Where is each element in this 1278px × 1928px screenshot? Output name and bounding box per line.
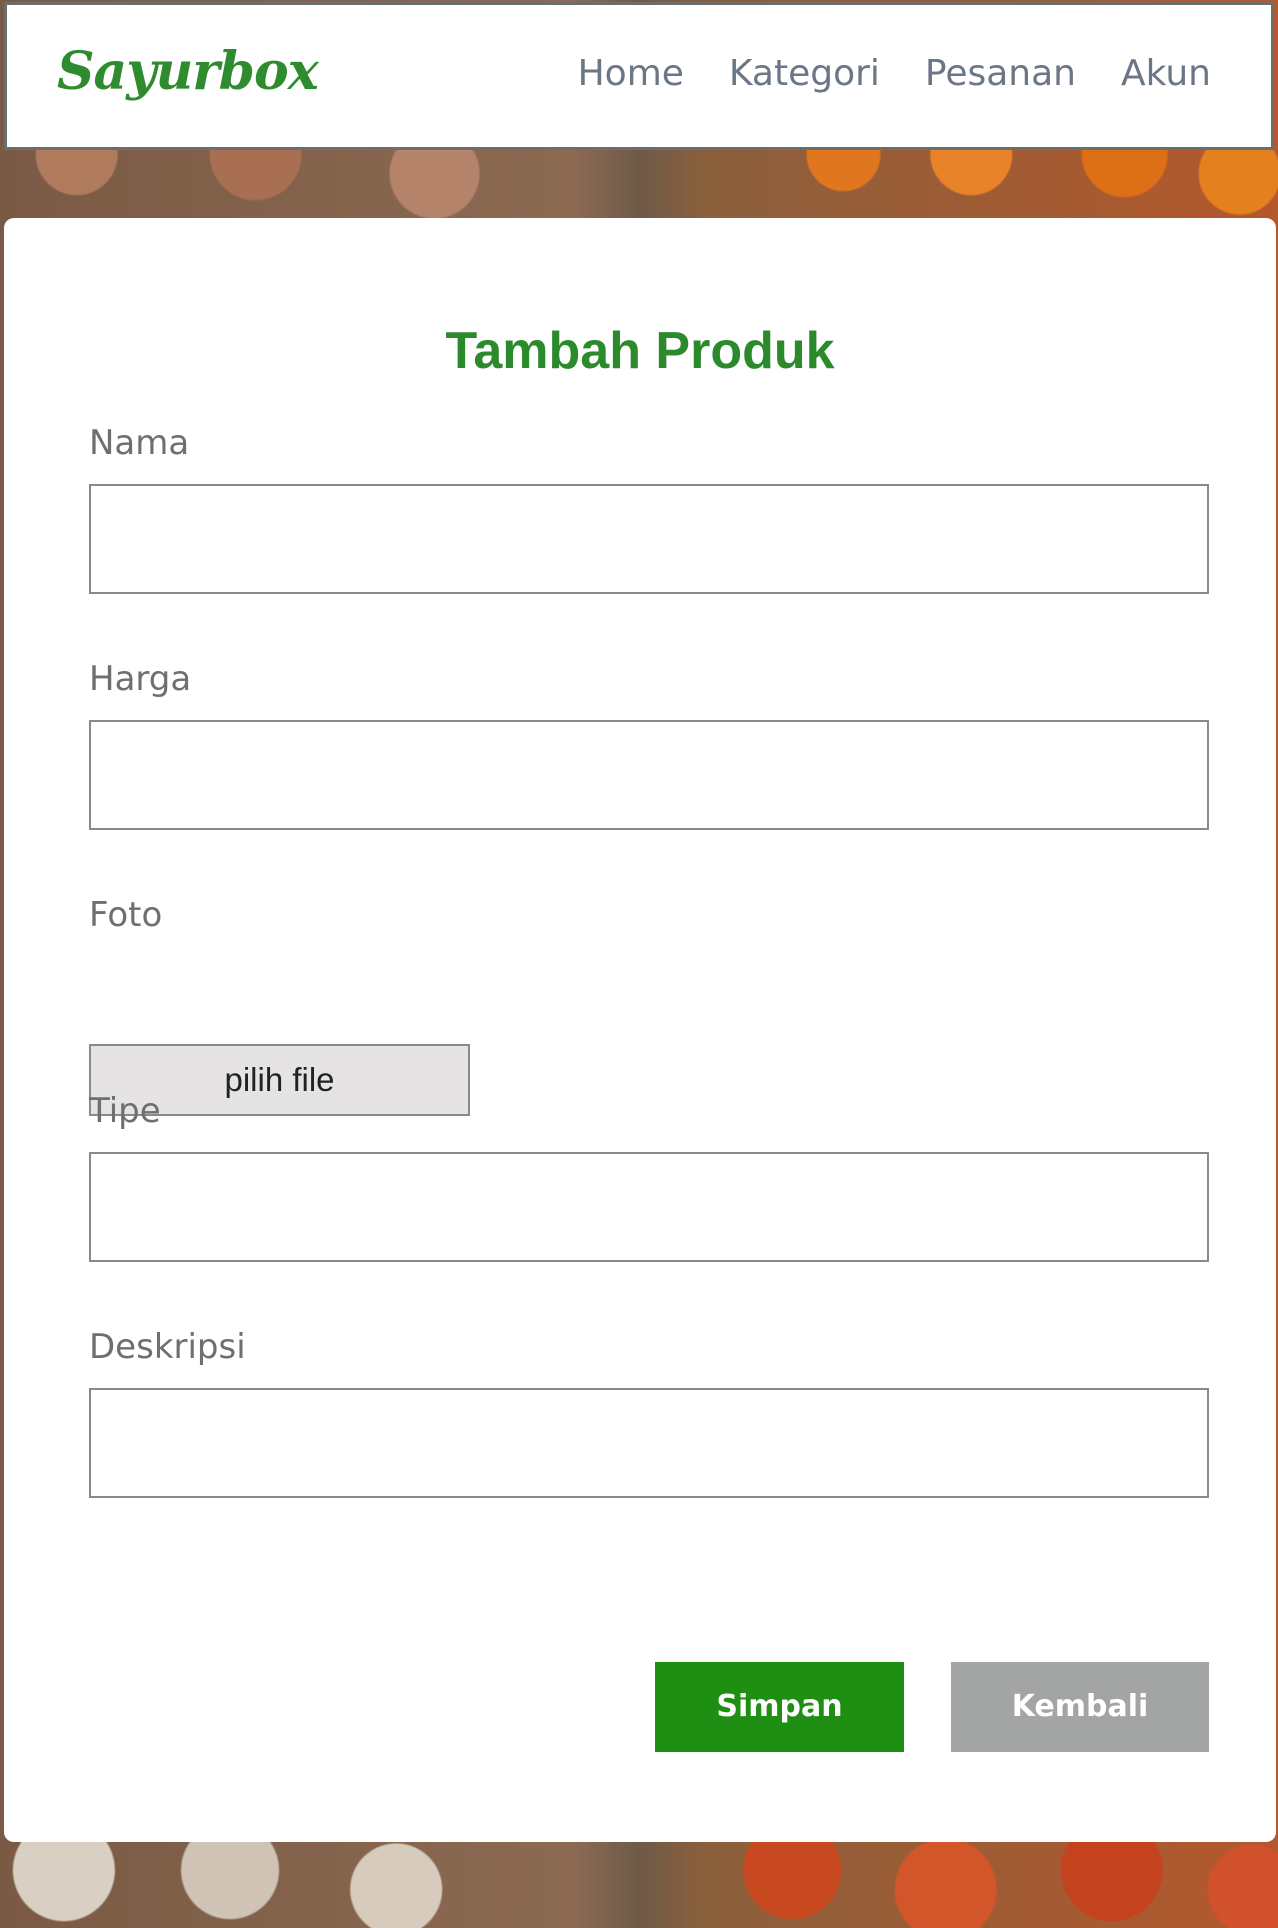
page-title: Tambah Produk	[445, 322, 835, 380]
harga-label: Harga	[89, 659, 192, 699]
deskripsi-input[interactable]	[89, 1388, 1209, 1498]
add-product-card: Tambah Produk Nama Harga Foto pilih file…	[4, 218, 1276, 1842]
nav-item-home[interactable]: Home	[578, 53, 684, 94]
deskripsi-label: Deskripsi	[89, 1327, 246, 1367]
tipe-input[interactable]	[89, 1152, 1209, 1262]
tipe-label: Tipe	[89, 1091, 161, 1131]
nav-item-akun[interactable]: Akun	[1121, 53, 1211, 94]
back-button[interactable]: Kembali	[951, 1662, 1209, 1752]
nav-item-kategori[interactable]: Kategori	[729, 53, 880, 94]
save-button[interactable]: Simpan	[655, 1662, 904, 1752]
nav-menu: Home Kategori Pesanan Akun	[578, 53, 1211, 94]
nav-item-pesanan[interactable]: Pesanan	[925, 53, 1076, 94]
brand-logo[interactable]: Sayurbox	[57, 41, 319, 102]
nama-input[interactable]	[89, 484, 1209, 594]
harga-input[interactable]	[89, 720, 1209, 830]
nama-label: Nama	[89, 423, 190, 463]
navbar: Sayurbox Home Kategori Pesanan Akun	[4, 2, 1274, 150]
foto-label: Foto	[89, 895, 163, 935]
